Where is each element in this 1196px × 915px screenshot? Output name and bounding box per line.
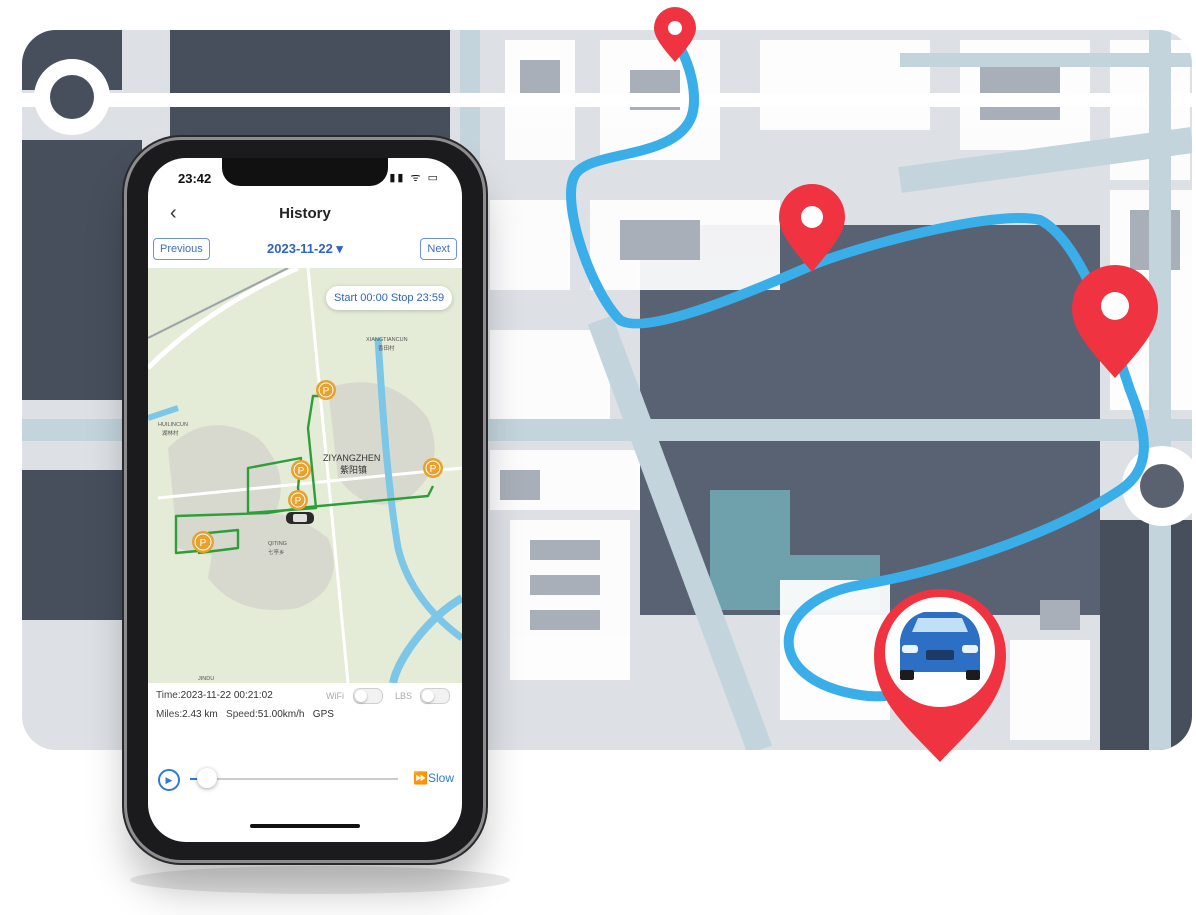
info-miles-row: Miles:2.43 km Speed:51.00km/h GPS (156, 709, 334, 720)
wifi-toggle[interactable] (353, 688, 383, 704)
home-indicator (250, 824, 360, 828)
parking-marker-icon[interactable]: P (288, 490, 308, 510)
phone-notch (222, 158, 388, 186)
map-label-huilincun-cn: 湖林村 (162, 429, 179, 437)
status-bar-icons: ▮▮ ᯤ ▭ (389, 172, 440, 184)
playback-slider[interactable] (190, 778, 398, 780)
time-value: 2023-11-22 00:21:02 (180, 690, 273, 701)
map-label-xiangtiancun: XIANGTIANCUN (366, 337, 408, 343)
map-label-qiting: QITING (268, 541, 287, 547)
parking-marker-icon[interactable]: P (316, 380, 336, 400)
parking-marker-icon[interactable]: P (423, 458, 443, 478)
speed-label: Slow (427, 771, 454, 785)
miles-label: Miles: (156, 709, 183, 720)
vehicle-marker-icon[interactable] (286, 512, 314, 524)
svg-text:P: P (323, 386, 330, 397)
time-label: Time: (156, 690, 181, 701)
page-title: History (279, 205, 331, 222)
svg-text:P: P (298, 466, 305, 477)
phone-screen: 23:42 ▮▮ ᯤ ▭ ‹ History Previous 2023-11-… (148, 158, 462, 842)
status-bar-time: 23:42 (178, 171, 212, 186)
parking-marker-icon[interactable]: P (291, 460, 311, 480)
map-label-qiting-cn: 七亭乡 (268, 548, 285, 556)
map-label-ziyangzhen-cn: 紫阳镇 (340, 464, 367, 475)
info-time-row: Time:2023-11-22 00:21:02 (156, 690, 273, 701)
history-map[interactable]: P P P P P ZIYANGZHEN 紫阳镇 XIANGTIANCUN 香田… (148, 268, 462, 683)
next-button[interactable]: Next (420, 238, 457, 260)
speed-value: 51.00km/h (257, 709, 305, 720)
history-map-canvas: P P P P P ZIYANGZHEN 紫阳镇 XIANGTIANCUN 香田… (148, 268, 462, 683)
svg-text:P: P (295, 496, 302, 507)
parking-marker-icon[interactable]: P (192, 531, 214, 553)
speed-label: Speed: (226, 709, 258, 720)
play-icon[interactable]: ▶ (158, 769, 180, 791)
wifi-label: WiFi (326, 691, 344, 701)
map-label-huilincun: HUILINCUN (158, 422, 188, 428)
positioning-mode: GPS (312, 709, 334, 720)
date-selector[interactable]: 2023-11-22 ▾ (148, 241, 462, 257)
svg-text:P: P (200, 538, 207, 549)
svg-text:P: P (430, 464, 437, 475)
map-label-xiangtiancun-cn: 香田村 (378, 344, 395, 352)
miles-value: 2.43 km (182, 709, 218, 720)
map-label-ziyangzhen: ZIYANGZHEN (323, 453, 380, 463)
speed-button[interactable]: ⏩Slow (413, 771, 454, 785)
playback-slider-handle[interactable] (196, 768, 217, 788)
time-range-pill[interactable]: Start 00:00 Stop 23:59 (326, 286, 453, 310)
map-label-jindu: JINDU (198, 676, 214, 682)
fast-forward-icon: ⏩ (413, 771, 428, 785)
lbs-toggle[interactable] (420, 688, 450, 704)
lbs-label: LBS (395, 691, 413, 701)
